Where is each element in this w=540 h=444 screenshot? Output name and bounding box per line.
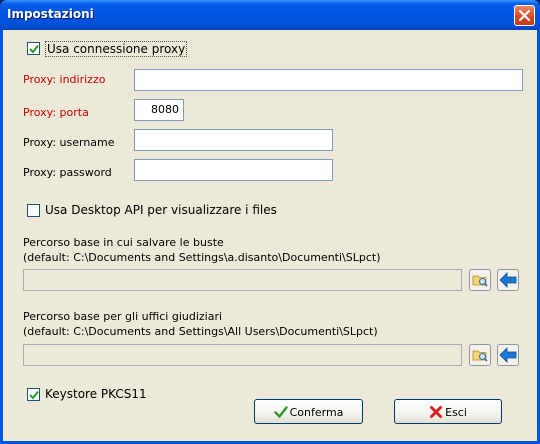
proxy-username-label: Proxy: username [23,136,115,149]
offices-path-input[interactable] [23,344,462,366]
close-icon [519,10,530,21]
confirm-button-label: Conferma [289,406,344,419]
proxy-port-label: Proxy: porta [23,106,89,119]
reset-arrow-icon[interactable] [497,344,519,366]
check-icon [29,390,39,400]
reset-arrow-icon[interactable] [497,269,519,291]
offices-path-default: (default: C:\Documents and Settings\All … [23,325,378,338]
save-path-default: (default: C:\Documents and Settings\a.di… [23,251,381,264]
browse-folder-icon[interactable] [469,344,491,366]
proxy-username-input[interactable] [134,129,333,151]
desktop-api-checkbox[interactable] [27,204,40,217]
keystore-label[interactable]: Keystore PKCS11 [45,387,147,401]
exit-button-label: Esci [445,406,467,419]
save-path-input[interactable] [23,269,462,291]
proxy-port-input[interactable]: 8080 [134,99,184,121]
proxy-password-label: Proxy: password [23,166,112,179]
offices-path-title: Percorso base per gli uffici giudiziari [23,310,223,323]
keystore-checkbox[interactable] [27,388,40,401]
proxy-address-input[interactable] [134,69,523,91]
confirm-check-icon [273,406,288,419]
exit-x-icon [430,406,443,418]
proxy-password-input[interactable] [134,159,333,181]
proxy-address-label: Proxy: indirizzo [23,73,106,86]
use-proxy-checkbox[interactable] [27,42,40,55]
confirm-button[interactable]: Conferma [254,399,363,424]
title-bar[interactable]: Impostazioni [0,0,540,30]
dialog-body: Usa connessione proxy Proxy: indirizzo P… [3,30,537,441]
use-proxy-label[interactable]: Usa connessione proxy [45,41,188,57]
exit-button[interactable]: Esci [394,399,502,424]
desktop-api-label[interactable]: Usa Desktop API per visualizzare i files [45,203,277,217]
settings-dialog: Impostazioni Usa connessione proxy Proxy… [0,0,540,444]
window-title: Impostazioni [7,7,94,21]
save-path-title: Percorso base in cui salvare le buste [23,236,224,249]
close-button[interactable] [514,5,535,26]
browse-folder-icon[interactable] [469,269,491,291]
check-icon [29,44,39,54]
